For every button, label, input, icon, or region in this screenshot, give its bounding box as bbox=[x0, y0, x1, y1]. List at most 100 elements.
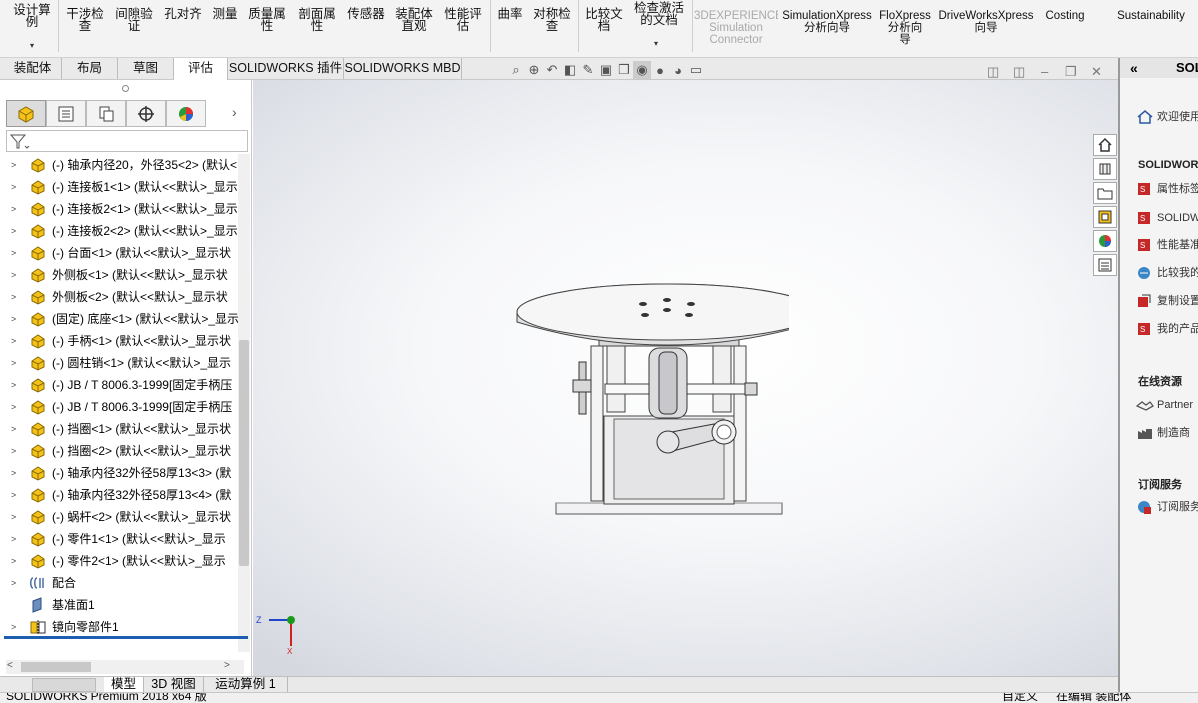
assembly-model[interactable] bbox=[509, 276, 789, 520]
tree-item[interactable]: > 外侧板<2> (默认<<默认>_显示状 bbox=[0, 286, 240, 308]
expand-arrow-icon[interactable]: > bbox=[11, 484, 16, 506]
status-custom-text[interactable]: 自定义 bbox=[1002, 693, 1038, 702]
tree-item[interactable]: > (-) 零件2<1> (默认<<默认>_显示 bbox=[0, 550, 240, 572]
tree-item[interactable]: > (-) 手柄<1> (默认<<默认>_显示状 bbox=[0, 330, 240, 352]
tab-solidworks-mbd[interactable]: SOLIDWORKS MBD bbox=[344, 58, 462, 79]
expand-arrow-icon[interactable]: > bbox=[11, 220, 16, 242]
tree-item[interactable]: > (-) 连接板2<2> (默认<<默认>_显示 bbox=[0, 220, 240, 242]
tab-evaluate[interactable]: 评估 bbox=[174, 58, 228, 80]
close-icon[interactable]: ✕ bbox=[1091, 64, 1102, 80]
simulation-connector-button[interactable]: 3DEXPERIENCE Simulation Connector bbox=[694, 0, 778, 52]
apply-scene-icon[interactable]: ◕ bbox=[669, 61, 687, 79]
simulationxpress-button[interactable]: SimulationXpress 分析向导 bbox=[780, 0, 874, 52]
performance-evaluation-button[interactable]: 性能评 估 bbox=[440, 0, 486, 52]
resource-link[interactable]: S 性能基准 bbox=[1136, 236, 1198, 254]
expand-arrow-icon[interactable]: > bbox=[11, 198, 16, 220]
property-manager-tab[interactable] bbox=[46, 100, 86, 127]
sensors-button[interactable]: 传感器 bbox=[344, 0, 388, 52]
expand-arrow-icon[interactable]: > bbox=[11, 572, 16, 594]
taskpane-view-palette-tab[interactable] bbox=[1093, 206, 1117, 228]
resource-link[interactable]: 制造商 bbox=[1136, 424, 1190, 442]
chevron-right-icon[interactable]: › bbox=[232, 104, 237, 120]
scrollbar-thumb[interactable] bbox=[21, 662, 91, 672]
resource-link[interactable]: S SOLIDW bbox=[1136, 209, 1198, 227]
scroll-right-icon[interactable]: > bbox=[224, 660, 230, 671]
tree-vertical-scrollbar[interactable] bbox=[238, 154, 250, 652]
scroll-left-icon[interactable]: < bbox=[7, 660, 13, 671]
expand-arrow-icon[interactable]: > bbox=[11, 374, 16, 396]
feature-manager-tab[interactable] bbox=[6, 100, 46, 127]
expand-arrow-icon[interactable]: > bbox=[11, 352, 16, 374]
tree-item[interactable]: > (-) 轴承内径20，外径35<2> (默认< bbox=[0, 154, 240, 176]
expand-arrow-icon[interactable]: > bbox=[11, 154, 16, 176]
tab-3d-views[interactable]: 3D 视图 bbox=[144, 677, 204, 693]
dynamic-annotation-icon[interactable]: ✎ bbox=[579, 61, 597, 79]
expand-arrow-icon[interactable]: > bbox=[11, 264, 16, 286]
collapse-chevrons-icon[interactable]: « bbox=[1130, 58, 1138, 78]
expand-arrow-icon[interactable]: > bbox=[11, 616, 16, 638]
section-view-icon[interactable]: ◧ bbox=[561, 61, 579, 79]
expand-arrow-icon[interactable]: > bbox=[11, 286, 16, 308]
resource-link[interactable]: 比较我的 bbox=[1136, 264, 1198, 282]
configuration-manager-tab[interactable] bbox=[86, 100, 126, 127]
expand-arrow-icon[interactable]: > bbox=[11, 308, 16, 330]
tree-item[interactable]: > (-) 蜗杆<2> (默认<<默认>_显示状 bbox=[0, 506, 240, 528]
compare-documents-button[interactable]: 比较文 档 bbox=[582, 0, 626, 52]
expand-arrow-icon[interactable]: > bbox=[11, 440, 16, 462]
design-study-button[interactable]: 设计算 例 ▾ bbox=[8, 0, 56, 52]
sustainability-button[interactable]: Sustainability bbox=[1104, 0, 1198, 52]
graphics-area[interactable]: ⌕ ⊕ ↶ ◧ ✎ ▣ ❒ ◉ ● ◕ ▭ ◫ ◫ – ❐ ✕ Z X bbox=[253, 61, 1118, 676]
tree-item[interactable]: > (-) 连接板1<1> (默认<<默认>_显示 bbox=[0, 176, 240, 198]
tree-item[interactable]: > (-) 轴承内径32外径58厚13<4> (默 bbox=[0, 484, 240, 506]
tree-item[interactable]: > (-) 圆柱销<1> (默认<<默认>_显示 bbox=[0, 352, 240, 374]
tile-right-icon[interactable]: ◫ bbox=[1013, 64, 1025, 80]
tree-item-mates[interactable]: > 配合 bbox=[0, 572, 240, 594]
tree-item[interactable]: > (-) JB / T 8006.3-1999[固定手柄压 bbox=[0, 374, 240, 396]
resource-link[interactable]: Partner bbox=[1136, 396, 1193, 414]
check-active-document-button[interactable]: 检查激活 的文档 ▾ bbox=[628, 0, 690, 52]
dimxpert-manager-tab[interactable] bbox=[126, 100, 166, 127]
tree-item[interactable]: > (-) JB / T 8006.3-1999[固定手柄压 bbox=[0, 396, 240, 418]
zoom-to-fit-icon[interactable]: ⌕ bbox=[507, 61, 525, 79]
expand-arrow-icon[interactable]: > bbox=[11, 506, 16, 528]
tab-scroll-buttons[interactable] bbox=[32, 678, 96, 692]
floxpress-button[interactable]: FloXpress 分析向 导 bbox=[876, 0, 934, 52]
resource-link[interactable]: S 属性标签 bbox=[1136, 180, 1198, 198]
tree-item[interactable]: > (-) 连接板2<1> (默认<<默认>_显示 bbox=[0, 198, 240, 220]
welcome-link[interactable]: 欢迎使用 bbox=[1136, 108, 1198, 126]
resource-link[interactable]: S 我的产品 bbox=[1136, 320, 1198, 338]
expand-arrow-icon[interactable]: > bbox=[11, 176, 16, 198]
edit-appearance-icon[interactable]: ● bbox=[651, 61, 669, 79]
expand-arrow-icon[interactable]: > bbox=[11, 396, 16, 418]
panel-grip-icon[interactable] bbox=[122, 85, 129, 92]
tree-filter[interactable] bbox=[6, 130, 248, 152]
tree-item[interactable]: > (固定) 底座<1> (默认<<默认>_显示 bbox=[0, 308, 240, 330]
assembly-visualization-button[interactable]: 装配体 直观 bbox=[390, 0, 438, 52]
taskpane-custom-properties-tab[interactable] bbox=[1093, 254, 1117, 276]
minimize-icon[interactable]: – bbox=[1041, 64, 1048, 79]
tab-assembly[interactable]: 装配体 bbox=[4, 58, 62, 79]
tree-item-plane[interactable]: 基准面1 bbox=[0, 594, 240, 616]
interference-check-button[interactable]: 干涉检 查 bbox=[62, 0, 108, 52]
resource-link[interactable]: 订阅服务 bbox=[1136, 498, 1198, 516]
previous-view-icon[interactable]: ↶ bbox=[543, 61, 561, 79]
display-style-icon[interactable]: ❒ bbox=[615, 61, 633, 79]
expand-arrow-icon[interactable]: > bbox=[11, 418, 16, 440]
rollback-bar[interactable] bbox=[4, 636, 248, 639]
tile-left-icon[interactable]: ◫ bbox=[987, 64, 999, 80]
tree-item[interactable]: > (-) 零件1<1> (默认<<默认>_显示 bbox=[0, 528, 240, 550]
tree-item[interactable]: > (-) 挡圈<1> (默认<<默认>_显示状 bbox=[0, 418, 240, 440]
view-settings-icon[interactable]: ▭ bbox=[687, 61, 705, 79]
driveworksxpress-button[interactable]: DriveWorksXpress 向导 bbox=[936, 0, 1036, 52]
tab-model[interactable]: 模型 bbox=[104, 677, 144, 693]
hide-show-items-icon[interactable]: ◉ bbox=[633, 61, 651, 79]
tree-item[interactable]: > (-) 挡圈<2> (默认<<默认>_显示状 bbox=[0, 440, 240, 462]
tree-item[interactable]: > (-) 轴承内径32外径58厚13<3> (默 bbox=[0, 462, 240, 484]
zoom-to-area-icon[interactable]: ⊕ bbox=[525, 61, 543, 79]
expand-arrow-icon[interactable]: > bbox=[11, 462, 16, 484]
restore-icon[interactable]: ❐ bbox=[1065, 64, 1077, 80]
expand-arrow-icon[interactable]: > bbox=[11, 528, 16, 550]
taskpane-appearances-tab[interactable] bbox=[1093, 230, 1117, 252]
tab-layout[interactable]: 布局 bbox=[62, 58, 118, 79]
taskpane-home-tab[interactable] bbox=[1093, 134, 1117, 156]
